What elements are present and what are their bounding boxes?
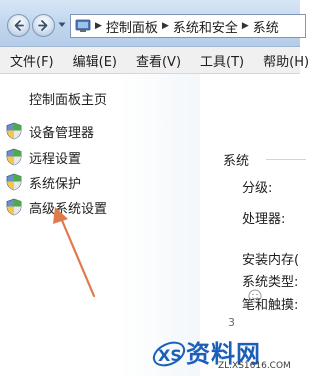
- watermark-smile-icon: [248, 289, 262, 303]
- watermark-mark: 3: [228, 316, 235, 329]
- annotation-arrow: [53, 207, 96, 298]
- site-logo: XS 资料网 ZL.XS1616.COM: [150, 334, 300, 376]
- logo-url: ZL.XS1616.COM: [218, 361, 291, 371]
- svg-text:XS: XS: [158, 346, 182, 365]
- xs-logo-icon: XS: [152, 341, 186, 367]
